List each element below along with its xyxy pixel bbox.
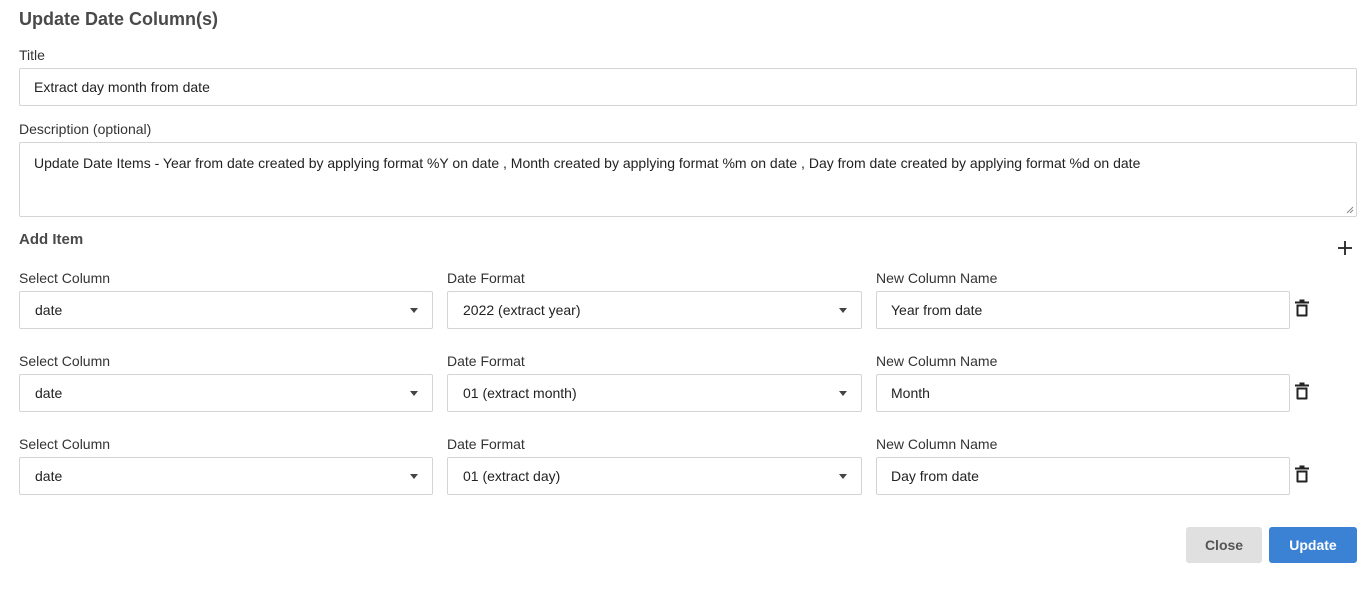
chevron-down-icon bbox=[410, 308, 418, 313]
add-item-title: Add Item bbox=[19, 231, 84, 248]
new-column-name-value: Year from date bbox=[891, 302, 983, 318]
chevron-down-icon bbox=[410, 474, 418, 479]
select-column-dropdown[interactable]: date bbox=[19, 374, 433, 412]
date-format-value: 2022 (extract year) bbox=[463, 302, 581, 318]
date-format-dropdown[interactable]: 2022 (extract year) bbox=[447, 291, 862, 329]
date-format-value: 01 (extract month) bbox=[463, 385, 577, 401]
select-column-label: Select Column bbox=[19, 436, 111, 452]
chevron-down-icon bbox=[839, 474, 847, 479]
new-column-name-input[interactable]: Year from date bbox=[876, 291, 1290, 329]
update-button[interactable]: Update bbox=[1269, 527, 1357, 563]
date-format-label: Date Format bbox=[447, 353, 525, 369]
select-column-value: date bbox=[35, 302, 63, 318]
date-format-dropdown[interactable]: 01 (extract month) bbox=[447, 374, 862, 412]
description-textarea[interactable]: Update Date Items - Year from date creat… bbox=[19, 142, 1357, 217]
select-column-value: date bbox=[35, 385, 63, 401]
date-format-dropdown[interactable]: 01 (extract day) bbox=[447, 457, 862, 495]
new-column-name-value: Day from date bbox=[891, 468, 979, 484]
title-input-value: Extract day month from date bbox=[34, 79, 210, 95]
date-format-label: Date Format bbox=[447, 270, 525, 286]
select-column-label: Select Column bbox=[19, 353, 111, 369]
new-column-name-label: New Column Name bbox=[876, 436, 998, 452]
delete-item-button[interactable] bbox=[1292, 463, 1312, 485]
add-item-button[interactable] bbox=[1334, 237, 1356, 259]
new-column-name-label: New Column Name bbox=[876, 353, 998, 369]
trash-icon bbox=[1295, 299, 1309, 317]
new-column-name-input[interactable]: Month bbox=[876, 374, 1290, 412]
new-column-name-label: New Column Name bbox=[876, 270, 998, 286]
chevron-down-icon bbox=[410, 391, 418, 396]
description-textarea-value: Update Date Items - Year from date creat… bbox=[34, 155, 1141, 171]
delete-item-button[interactable] bbox=[1292, 297, 1312, 319]
new-column-name-value: Month bbox=[891, 385, 930, 401]
date-format-value: 01 (extract day) bbox=[463, 468, 561, 484]
description-label: Description (optional) bbox=[19, 121, 152, 137]
title-label: Title bbox=[19, 47, 45, 63]
plus-icon bbox=[1338, 241, 1352, 255]
trash-icon bbox=[1295, 465, 1309, 483]
resize-grip-icon[interactable] bbox=[1346, 206, 1354, 214]
new-column-name-input[interactable]: Day from date bbox=[876, 457, 1290, 495]
trash-icon bbox=[1295, 382, 1309, 400]
select-column-label: Select Column bbox=[19, 270, 111, 286]
delete-item-button[interactable] bbox=[1292, 380, 1312, 402]
select-column-value: date bbox=[35, 468, 63, 484]
select-column-dropdown[interactable]: date bbox=[19, 457, 433, 495]
title-input[interactable]: Extract day month from date bbox=[19, 68, 1357, 106]
date-format-label: Date Format bbox=[447, 436, 525, 452]
dialog-title: Update Date Column(s) bbox=[19, 9, 219, 29]
close-button[interactable]: Close bbox=[1186, 527, 1262, 563]
chevron-down-icon bbox=[839, 391, 847, 396]
select-column-dropdown[interactable]: date bbox=[19, 291, 433, 329]
chevron-down-icon bbox=[839, 308, 847, 313]
